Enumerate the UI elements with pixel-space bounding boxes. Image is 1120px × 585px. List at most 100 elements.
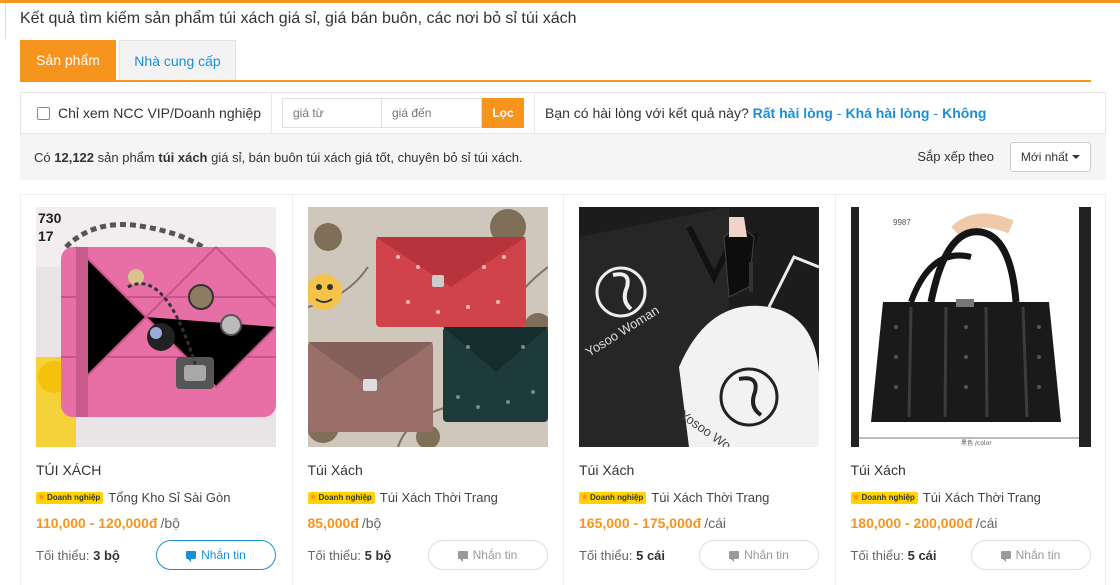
supplier-row: ★ Doanh nghiệp Tổng Kho Sỉ Sài Gòn bbox=[36, 490, 277, 505]
message-button[interactable]: Nhắn tin bbox=[427, 540, 548, 570]
tab-underline bbox=[20, 80, 1091, 82]
price-row: 85,000đ/bộ bbox=[308, 515, 549, 531]
min-order-label: Tối thiểu: bbox=[36, 547, 90, 563]
supplier-row: ★ Doanh nghiệp Túi Xách Thời Trang bbox=[307, 490, 549, 505]
price-row: 110,000 - 120,000đ/bộ bbox=[36, 515, 277, 531]
message-button[interactable]: Nhắn tin bbox=[970, 540, 1091, 570]
price-unit: /cái bbox=[975, 515, 998, 531]
image-code-text: 730 bbox=[38, 210, 62, 226]
price-range-group: Lọc bbox=[282, 98, 524, 128]
star-icon: ★ bbox=[580, 491, 589, 503]
min-order-label: Tối thiểu: bbox=[850, 547, 904, 563]
product-price: 85,000đ bbox=[307, 515, 359, 531]
message-button-label: Nhắn tin bbox=[744, 548, 789, 562]
min-order: Tối thiểu: 5 cái bbox=[851, 548, 937, 563]
price-from-input[interactable] bbox=[282, 98, 382, 128]
product-price: 165,000 - 175,000đ bbox=[579, 515, 702, 531]
badge-label: Doanh nghiệp bbox=[46, 492, 101, 502]
message-button-label: Nhắn tin bbox=[1015, 548, 1061, 562]
studded-clutch-illustration bbox=[307, 207, 548, 447]
vip-filter[interactable]: Chỉ xem NCC VIP/Doanh nghiệp bbox=[21, 93, 272, 133]
product-title[interactable]: TÚI XÁCH bbox=[36, 462, 277, 478]
satisfaction-fairly-satisfied-link[interactable]: Khá hài lòng bbox=[845, 105, 929, 121]
filter-bar: Chỉ xem NCC VIP/Doanh nghiệp Lọc Bạn có … bbox=[20, 92, 1106, 134]
vip-checkbox[interactable] bbox=[37, 106, 50, 120]
badge-label: Doanh nghiệp bbox=[589, 492, 644, 502]
order-row: Tối thiểu: 3 bộ Nhắn tin bbox=[36, 540, 276, 570]
supplier-name[interactable]: Tổng Kho Sỉ Sài Gòn bbox=[108, 490, 230, 505]
chat-icon bbox=[457, 551, 468, 562]
result-prefix: Có bbox=[34, 149, 51, 165]
min-order-value: 5 bộ bbox=[364, 547, 392, 563]
order-row: Tối thiểu: 5 cái Nhắn tin bbox=[851, 540, 1091, 570]
product-image[interactable]: 730 17 bbox=[36, 207, 276, 447]
min-order-label: Tối thiểu: bbox=[307, 547, 361, 563]
price-unit: /cái bbox=[704, 515, 727, 531]
min-order-value: 5 cái bbox=[636, 547, 666, 563]
min-order-label: Tối thiểu: bbox=[579, 547, 633, 563]
image-color-text: 黑色 /color bbox=[961, 439, 992, 447]
supplier-name[interactable]: Túi Xách Thời Trang bbox=[380, 490, 498, 505]
product-card[interactable]: 9987 黑色 /color Túi Xách ★ Doanh nghiệp Tú… bbox=[834, 195, 1106, 585]
product-image[interactable]: Yosoo Woman Yosoo Wo bbox=[579, 207, 819, 447]
pink-bag-illustration: 730 17 bbox=[36, 207, 276, 447]
product-image[interactable]: 9987 黑色 /color bbox=[850, 207, 1091, 447]
message-button-label: Nhắn tin bbox=[472, 548, 518, 562]
satisfaction-separator: - bbox=[933, 105, 939, 121]
badge-label: Doanh nghiệp bbox=[861, 492, 915, 502]
price-to-input[interactable] bbox=[382, 98, 482, 128]
filter-button[interactable]: Lọc bbox=[482, 98, 524, 128]
message-button[interactable]: Nhắn tin bbox=[699, 540, 819, 570]
result-suffix: giá sỉ, bán buôn túi xách giá tốt, chuyê… bbox=[211, 149, 523, 165]
enterprise-badge: ★ Doanh nghiệp bbox=[579, 491, 647, 504]
order-row: Tối thiểu: 5 bộ Nhắn tin bbox=[308, 540, 548, 570]
sort-dropdown[interactable]: Mới nhất bbox=[1010, 142, 1091, 172]
page-title: Kết quả tìm kiếm sản phẩm túi xách giá s… bbox=[20, 10, 577, 27]
satisfaction-very-satisfied-link[interactable]: Rất hài lòng bbox=[753, 105, 833, 121]
satisfaction-separator: - bbox=[836, 105, 842, 121]
tab-products[interactable]: Sản phẩm bbox=[20, 40, 116, 80]
tab-suppliers[interactable]: Nhà cung cấp bbox=[119, 40, 236, 80]
product-grid: 730 17 TÚI XÁCH ★ Doanh nghiệp Tổng Kho S… bbox=[20, 194, 1106, 585]
supplier-name[interactable]: Túi Xách Thời Trang bbox=[923, 490, 1041, 505]
result-summary: Có 12,122 sản phẩm túi xách giá sỉ, bán … bbox=[34, 150, 523, 165]
vip-filter-label: Chỉ xem NCC VIP/Doanh nghiệp bbox=[58, 105, 262, 121]
product-card[interactable]: Túi Xách ★ Doanh nghiệp Túi Xách Thời Tra… bbox=[291, 195, 564, 585]
product-card[interactable]: 730 17 TÚI XÁCH ★ Doanh nghiệp Tổng Kho S… bbox=[20, 195, 292, 585]
product-price: 180,000 - 200,000đ bbox=[850, 515, 973, 531]
yosoo-bags-illustration: Yosoo Woman Yosoo Wo bbox=[579, 207, 819, 447]
result-middle: sản phẩm bbox=[97, 149, 155, 165]
min-order: Tối thiểu: 5 cái bbox=[579, 548, 665, 563]
supplier-name[interactable]: Túi Xách Thời Trang bbox=[651, 490, 769, 505]
product-title[interactable]: Túi Xách bbox=[308, 462, 549, 478]
min-order: Tối thiểu: 5 bộ bbox=[308, 548, 392, 563]
price-row: 165,000 - 175,000đ/cái bbox=[579, 515, 820, 531]
chat-icon bbox=[729, 551, 740, 562]
satisfaction-question: Bạn có hài lòng với kết quả này? bbox=[545, 105, 749, 121]
result-count: 12,122 bbox=[54, 149, 95, 165]
min-order-value: 3 bộ bbox=[93, 547, 120, 563]
product-price: 110,000 - 120,000đ bbox=[36, 515, 158, 531]
chat-icon bbox=[186, 551, 197, 562]
order-row: Tối thiểu: 5 cái Nhắn tin bbox=[579, 540, 819, 570]
price-unit: /bộ bbox=[361, 515, 382, 531]
product-card[interactable]: Yosoo Woman Yosoo Wo Túi Xách ★ Doanh ngh… bbox=[563, 195, 835, 585]
result-summary-bar: Có 12,122 sản phẩm túi xách giá sỉ, bán … bbox=[20, 134, 1106, 180]
star-icon: ★ bbox=[851, 491, 861, 503]
badge-label: Doanh nghiệp bbox=[318, 492, 372, 502]
chat-icon bbox=[1000, 551, 1011, 562]
enterprise-badge: ★ Doanh nghiệp bbox=[850, 491, 918, 504]
product-title[interactable]: Túi Xách bbox=[579, 462, 820, 478]
message-button-label: Nhắn tin bbox=[201, 548, 246, 562]
satisfaction-not-satisfied-link[interactable]: Không bbox=[942, 105, 986, 121]
star-icon: ★ bbox=[37, 491, 46, 503]
result-keyword: túi xách bbox=[158, 149, 208, 165]
sort-label: Sắp xếp theo bbox=[917, 149, 994, 164]
product-title[interactable]: Túi Xách bbox=[851, 462, 1091, 478]
message-button[interactable]: Nhắn tin bbox=[156, 540, 276, 570]
min-order: Tối thiểu: 3 bộ bbox=[36, 548, 120, 563]
enterprise-badge: ★ Doanh nghiệp bbox=[307, 491, 375, 504]
product-image[interactable] bbox=[307, 207, 548, 447]
star-icon: ★ bbox=[308, 491, 318, 503]
black-tote-illustration: 9987 黑色 /color bbox=[850, 207, 1091, 447]
